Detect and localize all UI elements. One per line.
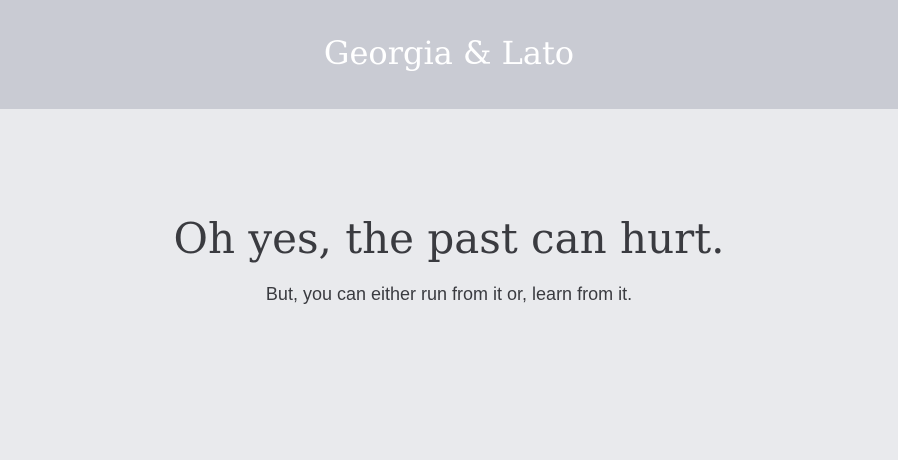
quote-headline: Oh yes, the past can hurt.	[173, 214, 725, 263]
main-content: Oh yes, the past can hurt. But, you can …	[0, 109, 898, 460]
quote-subline: But, you can either run from it or, lear…	[265, 284, 633, 304]
page-header: Georgia & Lato	[0, 0, 898, 109]
header-title: Georgia & Lato	[323, 33, 575, 72]
